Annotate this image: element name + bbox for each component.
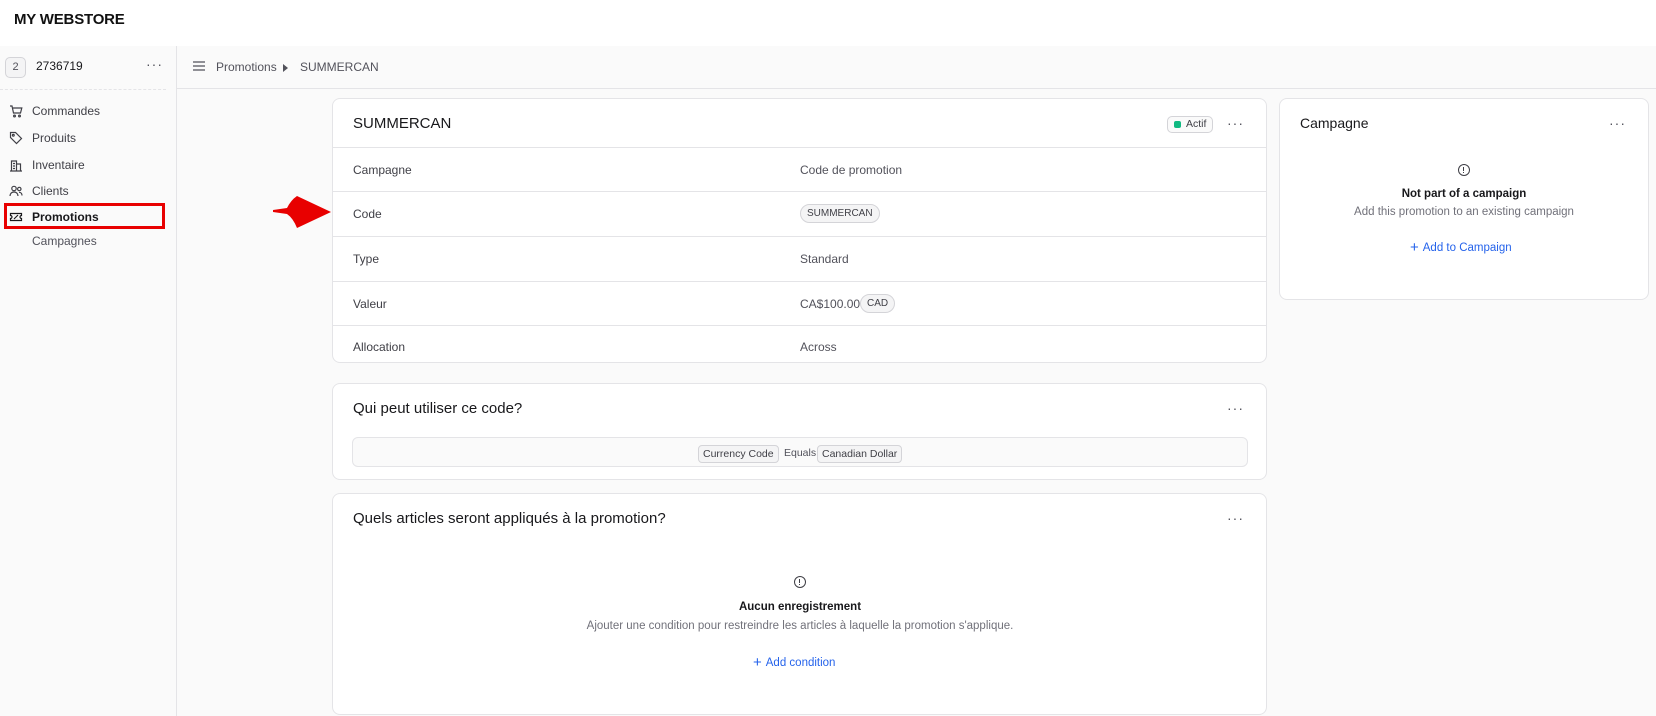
table-row: Campagne Code de promotion	[333, 147, 1267, 192]
campaign-title: Campagne	[1300, 115, 1369, 131]
info-icon	[1458, 164, 1470, 176]
plus-icon: +	[1410, 239, 1419, 256]
promotion-details-card: SUMMERCAN Actif ··· Campagne Code de pro…	[332, 98, 1267, 363]
sidebar-item-label: Clients	[32, 184, 69, 198]
row-value: Across	[800, 340, 837, 354]
condition-attribute: Currency Code	[698, 445, 779, 463]
condition-row: Currency Code Equals Canadian Dollar	[352, 437, 1248, 467]
promotion-more-icon[interactable]: ···	[1227, 115, 1244, 131]
row-value: Standard	[800, 252, 849, 266]
sidebar-item-label: Campagnes	[32, 234, 97, 248]
store-switcher[interactable]: 2 2736719 ···	[0, 46, 166, 90]
row-value: CA$100.00	[800, 297, 861, 311]
empty-title: Not part of a campaign	[1401, 188, 1527, 200]
sidebar-item-clients[interactable]: Clients	[0, 180, 177, 202]
cart-icon	[10, 105, 23, 118]
row-label: Valeur	[353, 297, 387, 311]
highlight-box	[4, 203, 165, 229]
page-title: SUMMERCAN	[353, 115, 452, 132]
sidebar-item-campagnes[interactable]: Campagnes	[0, 230, 177, 252]
menu-icon[interactable]	[193, 60, 205, 72]
red-arrow-annotation	[273, 196, 331, 228]
building-icon	[10, 160, 22, 172]
status-badge: Actif	[1167, 116, 1214, 133]
info-icon	[794, 576, 806, 588]
condition-operator: Equals	[784, 447, 817, 459]
table-row: Type Standard	[333, 236, 1267, 281]
add-to-campaign-button[interactable]: + Add to Campaign	[1410, 238, 1512, 256]
add-to-campaign-label: Add to Campaign	[1422, 242, 1512, 254]
users-icon	[9, 185, 23, 197]
row-label: Code	[353, 207, 382, 221]
table-row: Valeur CA$100.00 CAD	[333, 281, 1267, 326]
plus-icon: +	[753, 654, 762, 671]
rules-card: Qui peut utiliser ce code? ··· Currency …	[332, 383, 1267, 480]
condition-value: Canadian Dollar	[817, 445, 903, 463]
store-name: 2736719	[36, 59, 83, 73]
rules-title: Qui peut utiliser ce code?	[353, 400, 523, 417]
sidebar-item-label: Commandes	[32, 104, 101, 118]
campaign-more-icon[interactable]: ···	[1609, 115, 1626, 131]
row-label: Type	[353, 252, 380, 266]
row-label: Allocation	[353, 340, 406, 354]
code-pill: SUMMERCAN	[800, 204, 880, 223]
breadcrumb-promotions[interactable]: Promotions	[216, 60, 277, 74]
tag-icon	[9, 131, 23, 145]
empty-text: Ajouter une condition pour restreindre l…	[586, 620, 1014, 632]
currency-pill: CAD	[860, 294, 896, 313]
store-badge: 2	[5, 57, 26, 78]
targets-title: Quels articles seront appliqués à la pro…	[353, 510, 666, 527]
add-condition-button[interactable]: + Add condition	[753, 653, 836, 671]
row-label: Campagne	[353, 163, 412, 177]
empty-text: Add this promotion to an existing campai…	[1354, 206, 1574, 218]
sidebar-item-label: Produits	[32, 131, 77, 145]
sidebar-item-commandes[interactable]: Commandes	[0, 100, 177, 122]
sidebar-item-produits[interactable]: Produits	[0, 127, 177, 149]
top-bar: MY WEBSTORE	[0, 0, 1656, 46]
table-row: Allocation Across	[333, 325, 1267, 363]
empty-title: Aucun enregistrement	[738, 601, 862, 613]
store-more-icon[interactable]: ···	[146, 56, 163, 72]
brand-logo: MY WEBSTORE	[14, 11, 125, 28]
row-value: Code de promotion	[800, 163, 903, 177]
status-label: Actif	[1186, 118, 1207, 130]
campaign-card: Campagne ··· Not part of a campaign Add …	[1279, 98, 1649, 300]
page-header: Promotions SUMMERCAN	[177, 46, 1656, 89]
targets-card: Quels articles seront appliqués à la pro…	[332, 493, 1267, 715]
targets-more-icon[interactable]: ···	[1227, 510, 1244, 526]
breadcrumb-separator-icon	[283, 64, 288, 72]
sidebar-item-inventaire[interactable]: Inventaire	[0, 154, 177, 176]
main-content: SUMMERCAN Actif ··· Campagne Code de pro…	[177, 89, 1656, 716]
sidebar-item-label: Inventaire	[32, 158, 85, 172]
sidebar: 2 2736719 ··· Commandes Produits Inventa…	[0, 46, 177, 716]
table-row: Code SUMMERCAN	[333, 191, 1267, 236]
add-condition-label: Add condition	[765, 657, 836, 669]
breadcrumb-current: SUMMERCAN	[300, 60, 379, 74]
status-dot-icon	[1174, 121, 1181, 128]
rules-more-icon[interactable]: ···	[1227, 400, 1244, 416]
